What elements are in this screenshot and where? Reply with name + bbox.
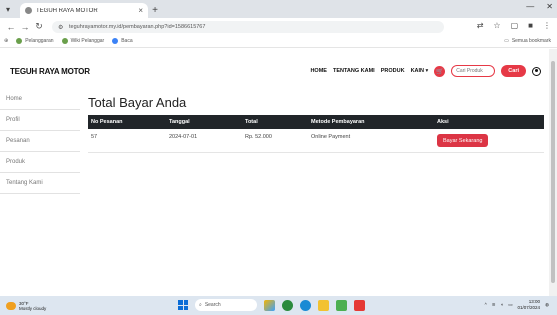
file-explorer-icon[interactable] (318, 299, 329, 311)
back-icon[interactable]: ← (4, 22, 18, 32)
order-number: 57 (88, 129, 166, 153)
search-button[interactable]: Cari (501, 65, 526, 77)
site-brand[interactable]: TEGUH RAYA MOTOR (10, 67, 90, 76)
order-date: 2024-07-01 (166, 129, 242, 153)
apps-icon[interactable]: ⊕ (4, 38, 8, 44)
weather-icon (6, 301, 16, 310)
sidebar-item-produk[interactable]: Produk (0, 152, 80, 173)
all-bookmarks-button[interactable]: ▭ Semua bookmark (504, 38, 551, 44)
site-header: TEGUH RAYA MOTOR HOME TENTANG KAMI PRODU… (0, 49, 549, 94)
bookmark-item[interactable]: Pelanggaran (16, 38, 54, 44)
folder-icon: ▭ (504, 38, 509, 44)
cart-icon[interactable]: 🛒 (434, 65, 446, 77)
action-cell: Bayar Sekarang (434, 129, 544, 153)
address-bar-row: ← → ↻ ⚙ teguhrayamotor.my.id/pembayaran.… (0, 18, 557, 35)
nav-tentang-kami[interactable]: TENTANG KAMI (333, 68, 375, 74)
payment-table: No Pesanan Tanggal Total Metode Pembayar… (88, 115, 544, 153)
translate-icon[interactable]: ⇄ (477, 21, 484, 30)
bookmark-item[interactable]: Wiki Pelanggar (61, 38, 104, 44)
nav-kain-dropdown[interactable]: KAIN ▾ (411, 68, 429, 74)
store-icon[interactable] (336, 299, 347, 311)
notification-icon[interactable]: ◍ (545, 302, 549, 308)
extensions-icon[interactable]: ▢ (511, 21, 519, 30)
site-favicon-icon (25, 7, 32, 14)
sidebar-item-home[interactable]: Home (0, 89, 80, 110)
close-window-icon[interactable]: ✕ (546, 2, 553, 11)
pdf-reader-icon[interactable] (354, 299, 365, 311)
volume-icon[interactable]: ◖ (501, 302, 504, 307)
user-account-icon[interactable] (532, 66, 541, 76)
browser-tab[interactable]: TEGUH RAYA MOTOR × (20, 3, 148, 18)
column-header: No Pesanan (91, 119, 123, 125)
wifi-icon[interactable]: ≋ (492, 302, 496, 308)
weather-desc: Mostly cloudy (19, 305, 47, 311)
new-tab-button[interactable]: + (148, 3, 162, 18)
page-title: Total Bayar Anda (88, 95, 187, 110)
reload-icon[interactable]: ↻ (32, 21, 46, 32)
clock[interactable]: 13:00 01/07/2024 (518, 299, 541, 310)
browser-actions: ⇄ ☆ ▢ ■ ⋮ (477, 21, 551, 30)
tab-title: TEGUH RAYA MOTOR (36, 7, 98, 14)
tab-search-icon[interactable]: ▾ (0, 0, 16, 18)
bookmark-icon (61, 38, 68, 44)
order-total: Rp. 52.000 (242, 129, 308, 153)
edge-icon[interactable] (300, 299, 311, 311)
pay-now-button[interactable]: Bayar Sekarang (437, 134, 489, 147)
nav-produk[interactable]: PRODUK (381, 68, 405, 74)
profile-icon[interactable]: ■ (528, 21, 533, 30)
scrollbar-thumb[interactable] (551, 61, 555, 283)
top-navigation: HOME TENTANG KAMI PRODUK KAIN ▾ 🛒 Cari (310, 65, 541, 77)
table-header-row: No Pesanan Tanggal Total Metode Pembayar… (88, 115, 544, 129)
battery-icon[interactable]: ▭ (508, 302, 512, 308)
chrome-icon[interactable] (282, 299, 293, 311)
url-text: teguhrayamotor.my.id/pembayaran.php?id=1… (69, 23, 206, 30)
forward-icon[interactable]: → (18, 22, 32, 32)
sidebar-item-profil[interactable]: Profil (0, 110, 80, 131)
taskbar-apps: ⌕ Search (178, 299, 365, 311)
nav-home[interactable]: HOME (310, 68, 327, 74)
column-header: Aksi (437, 119, 449, 125)
bookmarks-bar: ⊕ Pelanggaran Wiki Pelanggar Baca ▭ Semua… (0, 35, 557, 48)
bookmark-icon (112, 38, 119, 44)
column-header: Metode Pembayaran (311, 119, 365, 125)
bookmark-icon (16, 38, 23, 44)
menu-dots-icon[interactable]: ⋮ (543, 21, 551, 30)
url-field[interactable]: ⚙ teguhrayamotor.my.id/pembayaran.php?id… (52, 20, 444, 33)
window-controls: — ✕ (526, 2, 553, 11)
search-icon: ⌕ (199, 302, 202, 308)
system-tray: ^ ≋ ◖ ▭ 13:00 01/07/2024 ◍ (485, 299, 549, 310)
browser-tab-bar: ▾ TEGUH RAYA MOTOR × + — ✕ (0, 0, 557, 18)
taskbar: 30°F Mostly cloudy ⌕ Search ^ ≋ ◖ ▭ 13:00 0… (0, 296, 557, 315)
payment-method: Online Payment (308, 129, 434, 153)
start-icon[interactable] (178, 300, 188, 310)
column-header: Tanggal (169, 119, 190, 125)
search-input[interactable] (451, 65, 496, 77)
sidebar: Home Profil Pesanan Produk Tentang Kami (0, 89, 80, 195)
sidebar-item-pesanan[interactable]: Pesanan (0, 131, 80, 152)
site-info-icon[interactable]: ⚙ (58, 24, 64, 31)
tab-close-icon[interactable]: × (138, 6, 143, 15)
bookmark-item[interactable]: Baca (112, 38, 133, 44)
minimize-icon[interactable]: — (526, 2, 534, 11)
page-scrollbar[interactable] (549, 49, 557, 296)
taskbar-search[interactable]: ⌕ Search (195, 299, 257, 311)
copilot-icon[interactable] (264, 299, 275, 311)
bookmark-star-icon[interactable]: ☆ (493, 21, 500, 30)
main-content: Total Bayar Anda No Pesanan Tanggal Tota… (88, 95, 544, 153)
column-header: Total (245, 119, 258, 125)
tray-overflow-icon[interactable]: ^ (485, 302, 487, 307)
weather-widget[interactable]: 30°F Mostly cloudy (0, 301, 46, 311)
table-row: 57 2024-07-01 Rp. 52.000 Online Payment … (88, 129, 544, 153)
sidebar-item-tentang-kami[interactable]: Tentang Kami (0, 173, 80, 194)
